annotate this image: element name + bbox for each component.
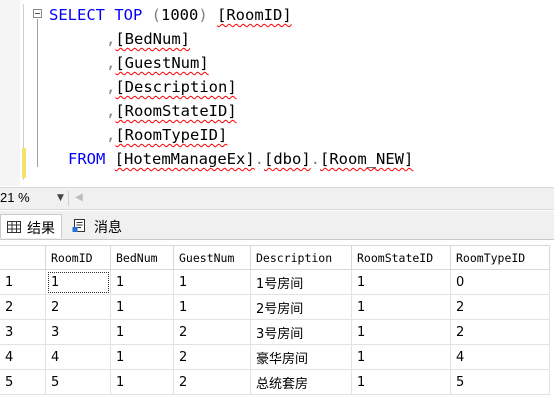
code-token: 1000: [161, 6, 199, 24]
code-token: ,: [106, 102, 116, 120]
code-token: [Room_NEW]: [320, 150, 414, 168]
code-token: [dbo]: [264, 150, 311, 168]
header-row: RoomID BedNum GuestNum Description RoomS…: [0, 245, 550, 270]
code-line-7: FROM [HotemManageEx].[dbo].[Room_NEW]: [68, 149, 413, 169]
code-token: [GuestNum]: [115, 54, 209, 72]
tab-results[interactable]: 结果: [0, 214, 62, 238]
editor-status-bar: 21 % ▼ ◀: [0, 187, 554, 210]
table-cell[interactable]: 1: [351, 269, 451, 295]
table-cell[interactable]: 2号房间: [250, 294, 352, 320]
code-token: FROM: [68, 150, 106, 168]
column-header-guestnum[interactable]: GuestNum: [173, 245, 251, 270]
table-cell[interactable]: 2: [450, 319, 550, 345]
table-row[interactable]: 2 2 1 1 2号房间 1 2: [0, 294, 550, 320]
code-token: ,: [106, 126, 116, 144]
row-number[interactable]: 1: [0, 269, 46, 295]
table-cell[interactable]: 1: [110, 294, 174, 320]
tab-messages[interactable]: 消息: [66, 214, 128, 238]
table-cell[interactable]: 2: [450, 294, 550, 320]
table-cell[interactable]: 1: [351, 294, 451, 320]
table-cell[interactable]: 1: [110, 369, 174, 395]
table-cell[interactable]: 2: [173, 319, 251, 345]
code-token: .: [310, 150, 321, 168]
table-cell[interactable]: 1: [110, 344, 174, 370]
code-line-6: ,[RoomTypeID]: [106, 125, 227, 145]
table-cell[interactable]: 4: [45, 344, 111, 370]
code-line-1: SELECT TOP (1000) [RoomID]: [49, 5, 292, 25]
code-line-4: ,[Description]: [106, 77, 237, 97]
table-cell[interactable]: 3: [45, 319, 111, 345]
table-cell[interactable]: 1: [45, 269, 111, 295]
fold-guide: [37, 19, 38, 167]
column-header-roomtypeid[interactable]: RoomTypeID: [450, 245, 550, 270]
table-row[interactable]: 5 5 1 2 总统套房 1 5: [0, 369, 550, 395]
table-cell[interactable]: 2: [173, 369, 251, 395]
code-token: .: [254, 150, 264, 168]
table-cell[interactable]: 1号房间: [250, 269, 352, 295]
row-number[interactable]: 3: [0, 319, 46, 345]
table-cell[interactable]: 5: [45, 369, 111, 395]
code-token: ): [198, 6, 218, 24]
table-row[interactable]: 1 1 1 1 1号房间 1 0: [0, 269, 550, 295]
column-header-description[interactable]: Description: [250, 245, 352, 270]
zoom-level[interactable]: 21 %: [0, 190, 30, 205]
tab-messages-label: 消息: [94, 220, 122, 236]
code-token: [RoomID]: [217, 6, 292, 24]
table-row[interactable]: 4 4 1 2 豪华房间 1 4: [0, 344, 550, 370]
table-cell[interactable]: 总统套房: [250, 369, 352, 395]
sql-editor[interactable]: SELECT TOP (1000) [RoomID] ,[BedNum] ,[G…: [0, 0, 554, 186]
table-cell[interactable]: 2: [45, 294, 111, 320]
code-token: [RoomStateID]: [115, 102, 237, 120]
table-cell[interactable]: 0: [450, 269, 550, 295]
results-table: RoomID BedNum GuestNum Description RoomS…: [0, 245, 550, 395]
code-token: ,: [106, 78, 116, 96]
table-cell[interactable]: 4: [450, 344, 550, 370]
table-cell[interactable]: 1: [173, 294, 251, 320]
code-line-2: ,[BedNum]: [106, 29, 190, 49]
table-cell[interactable]: 1: [351, 344, 451, 370]
message-icon: [72, 219, 88, 237]
code-token: ,: [106, 54, 116, 72]
code-token: [Description]: [115, 78, 237, 96]
collapse-toggle-icon[interactable]: [33, 9, 42, 18]
editor-gutter: [0, 0, 20, 186]
code-token: TOP: [114, 6, 143, 24]
code-line-5: ,[RoomStateID]: [106, 101, 237, 121]
table-cell[interactable]: 1: [173, 269, 251, 295]
row-number[interactable]: 4: [0, 344, 46, 370]
change-indicator: [22, 148, 26, 178]
code-line-3: ,[GuestNum]: [106, 53, 209, 73]
results-tab-strip: 结果 消息: [0, 211, 554, 239]
table-cell[interactable]: 2: [173, 344, 251, 370]
zoom-dropdown-icon[interactable]: ▼: [57, 193, 64, 203]
row-number-header[interactable]: [0, 245, 46, 270]
results-grid[interactable]: RoomID BedNum GuestNum Description RoomS…: [0, 239, 554, 415]
code-token: [HotemManageEx]: [114, 150, 255, 168]
table-cell[interactable]: 1: [110, 319, 174, 345]
table-cell[interactable]: 豪华房间: [250, 344, 352, 370]
code-token: ,: [106, 30, 116, 48]
table-row[interactable]: 3 3 1 2 3号房间 1 2: [0, 319, 550, 345]
status-divider: [68, 191, 69, 206]
code-token: [BedNum]: [115, 30, 190, 48]
scroll-left-icon[interactable]: ◀: [75, 192, 83, 203]
code-token: SELECT: [49, 6, 105, 24]
column-header-roomid[interactable]: RoomID: [45, 245, 111, 270]
grid-icon: [7, 221, 21, 237]
table-cell[interactable]: 5: [450, 369, 550, 395]
table-cell[interactable]: 3号房间: [250, 319, 352, 345]
tab-results-label: 结果: [27, 221, 55, 237]
table-cell[interactable]: 1: [110, 269, 174, 295]
table-cell[interactable]: 1: [351, 319, 451, 345]
row-number[interactable]: 5: [0, 369, 46, 395]
table-cell[interactable]: 1: [351, 369, 451, 395]
column-header-roomstateid[interactable]: RoomStateID: [351, 245, 451, 270]
code-token: (: [142, 6, 162, 24]
row-number[interactable]: 2: [0, 294, 46, 320]
column-header-bednum[interactable]: BedNum: [110, 245, 174, 270]
code-token: [RoomTypeID]: [115, 126, 228, 144]
